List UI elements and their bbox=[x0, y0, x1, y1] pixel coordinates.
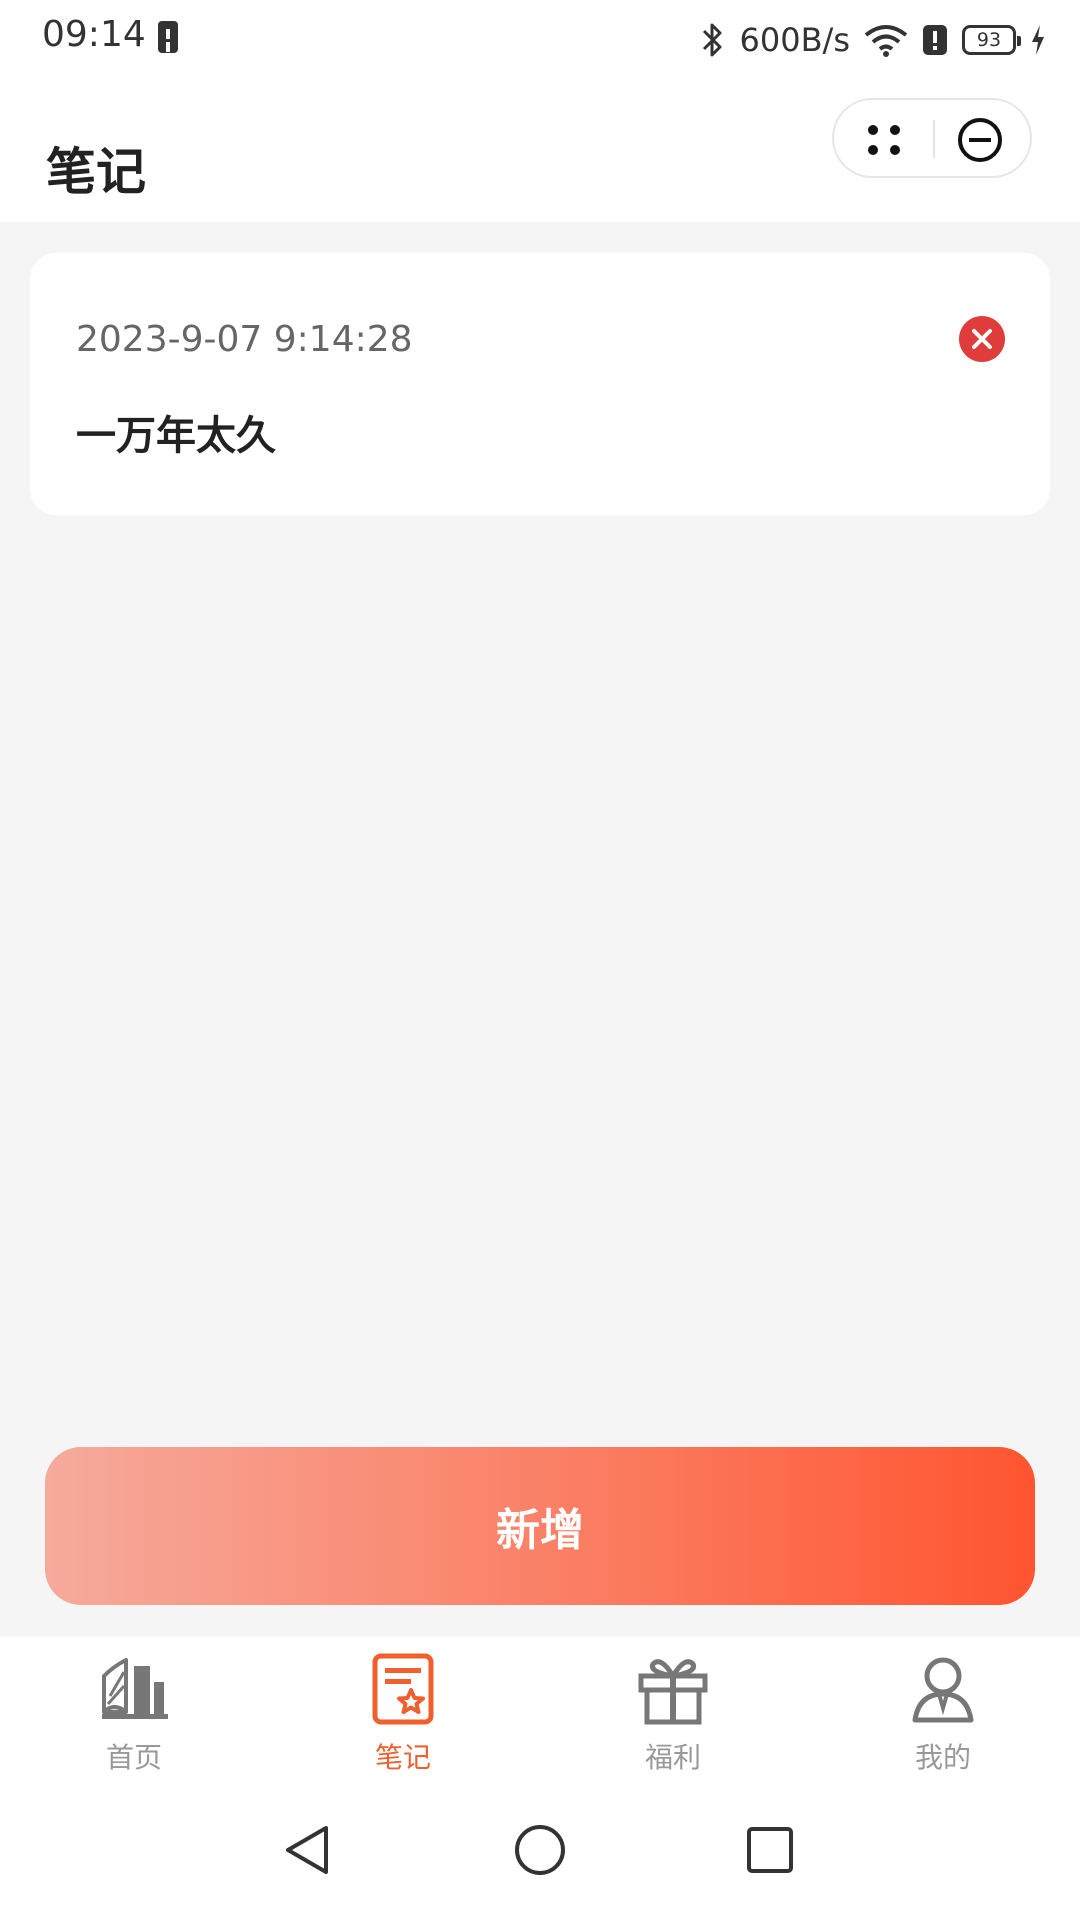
more-icon[interactable] bbox=[862, 118, 906, 162]
note-title: 一万年太久 bbox=[76, 413, 276, 459]
wifi-icon bbox=[864, 25, 908, 57]
status-indicators: 600B/s 93 bbox=[700, 12, 1046, 68]
recents-icon[interactable] bbox=[740, 1820, 800, 1880]
miniprogram-capsule bbox=[832, 98, 1032, 178]
network-speed: 600B/s bbox=[739, 21, 850, 59]
tab-label: 我的 bbox=[914, 1741, 971, 1774]
add-note-button[interactable]: 新增 bbox=[45, 1447, 1035, 1605]
book-icon bbox=[102, 1658, 168, 1719]
note-star-icon bbox=[372, 1653, 434, 1725]
status-time: 09:14 bbox=[42, 14, 146, 55]
delete-note-button[interactable] bbox=[959, 316, 1005, 362]
close-miniprogram-icon[interactable] bbox=[956, 116, 1004, 164]
alert-icon bbox=[158, 21, 178, 53]
tab-label: 笔记 bbox=[374, 1741, 431, 1774]
tab-notes[interactable]: 笔记 bbox=[323, 1652, 483, 1774]
close-icon bbox=[972, 329, 992, 349]
home-icon[interactable] bbox=[510, 1820, 570, 1880]
status-bar: 09:14 600B/s 93 bbox=[0, 0, 1080, 80]
charging-icon bbox=[1032, 25, 1044, 55]
signal-alert-icon bbox=[923, 25, 947, 55]
page-header: 笔记 bbox=[0, 80, 1080, 222]
battery-indicator: 93 bbox=[962, 25, 1021, 55]
tab-welfare[interactable]: 福利 bbox=[593, 1652, 753, 1774]
system-nav-bar bbox=[0, 1780, 1080, 1920]
note-card[interactable]: 2023-9-07 9:14:28 一万年太久 bbox=[30, 253, 1050, 515]
back-icon[interactable] bbox=[278, 1820, 338, 1880]
battery-level: 93 bbox=[976, 29, 1002, 51]
tab-home[interactable]: 首页 bbox=[54, 1652, 214, 1774]
tab-label: 福利 bbox=[644, 1741, 701, 1774]
tab-label: 首页 bbox=[105, 1741, 162, 1774]
page-title: 笔记 bbox=[46, 143, 146, 201]
gift-icon bbox=[638, 1659, 708, 1725]
note-timestamp: 2023-9-07 9:14:28 bbox=[76, 319, 413, 360]
person-icon bbox=[912, 1657, 974, 1723]
tab-bar: 首页 笔记 福利 我的 bbox=[0, 1637, 1080, 1780]
bluetooth-icon bbox=[702, 23, 722, 57]
tab-mine[interactable]: 我的 bbox=[863, 1652, 1023, 1774]
capsule-divider bbox=[933, 120, 935, 158]
